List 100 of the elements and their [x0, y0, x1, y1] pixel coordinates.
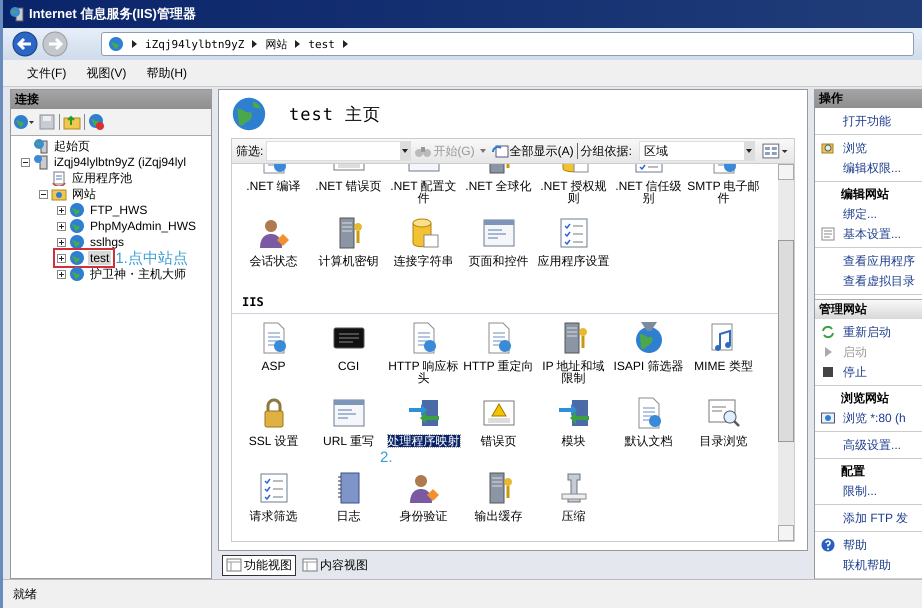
expander-button[interactable]	[57, 238, 66, 246]
chevron-icon	[295, 40, 300, 48]
breadcrumb[interactable]: 网站	[265, 36, 288, 52]
window-icon	[226, 557, 242, 573]
globe-icon[interactable]	[88, 113, 106, 131]
refresh-icon	[821, 325, 835, 339]
feature-item[interactable]: 页面和控件	[468, 255, 528, 267]
action-link[interactable]: 绑定...	[843, 206, 878, 222]
expander-button[interactable]	[21, 158, 30, 166]
binoculars-icon	[414, 144, 432, 158]
feature-item[interactable]: 目录浏览	[700, 435, 748, 447]
globe-icon[interactable]	[13, 113, 35, 131]
globe-icon	[69, 202, 85, 218]
feature-item[interactable]: CGI	[338, 360, 360, 372]
feature-item[interactable]: 连接字符串	[394, 255, 454, 267]
action-link[interactable]: 高级设置...	[843, 436, 902, 454]
feature-item[interactable]: .NET 错误页	[315, 180, 382, 192]
menu-item[interactable]: 帮助(H)	[146, 64, 187, 82]
action-link[interactable]: 停止	[843, 364, 867, 380]
feature-item[interactable]: 错误页	[480, 435, 516, 447]
panel-header: 操作	[815, 89, 922, 108]
globe-window-icon	[821, 411, 835, 425]
page-title: test 主页	[289, 104, 382, 126]
expander-button[interactable]	[57, 222, 66, 230]
feature-item[interactable]: 默认文档	[624, 435, 672, 447]
panel-header: 管理网站	[815, 299, 922, 319]
feature-item[interactable]: HTTP 响应标头	[386, 360, 460, 384]
feature-item[interactable]: HTTP 重定向	[463, 360, 534, 372]
breadcrumb[interactable]: iZqj94lylbtn9yZ	[145, 38, 244, 50]
tree-item[interactable]: 起始页	[52, 138, 92, 154]
window-arrow-icon	[490, 143, 509, 159]
feature-item[interactable]: .NET 授权规则	[536, 180, 610, 204]
feature-item[interactable]: 计算机密钥	[318, 255, 378, 267]
tree-item[interactable]: sslhgs	[88, 235, 126, 249]
action-link[interactable]: 打开功能	[843, 112, 891, 130]
feature-item[interactable]: ASP	[261, 360, 286, 372]
tree-item[interactable]: iZqj94lylbtn9yZ (iZqj94lyl	[52, 155, 188, 169]
server-icon	[33, 154, 49, 170]
feature-item[interactable]: .NET 信任级别	[612, 180, 686, 204]
feature-item[interactable]: 压缩	[562, 510, 586, 522]
feature-item[interactable]: MIME 类型	[694, 360, 753, 372]
feature-item[interactable]: ISAPI 筛选器	[613, 360, 684, 372]
expander-button[interactable]	[57, 254, 66, 262]
tree-item[interactable]: PhpMyAdmin_HWS	[88, 219, 198, 233]
chevron-icon	[132, 40, 137, 48]
back-button[interactable]	[11, 30, 39, 58]
expander-button[interactable]	[57, 270, 66, 278]
action-link[interactable]: 浏览	[843, 140, 867, 156]
action-link[interactable]: 查看虚拟目录	[843, 272, 915, 290]
feature-item[interactable]: .NET 配置文件	[386, 180, 460, 204]
action-link[interactable]: 查看应用程序	[843, 252, 915, 270]
group-by-label: 分组依据:	[580, 142, 632, 160]
group-by-dropdown[interactable]: 区域	[638, 141, 756, 161]
action-link[interactable]: 浏览 *:80 (h	[843, 410, 906, 426]
feature-item[interactable]: 输出缓存	[474, 510, 522, 522]
action-link[interactable]: 基本设置...	[843, 226, 902, 242]
address-bar[interactable]: iZqj94lylbtn9yZ 网站 test	[101, 32, 914, 56]
view-tab[interactable]: 内容视图	[298, 554, 372, 576]
expander-button[interactable]	[57, 206, 66, 214]
annotation-text: 2.	[380, 449, 393, 466]
action-link[interactable]: 联机帮助	[843, 556, 891, 574]
feature-item[interactable]: 日志	[336, 510, 360, 522]
action-link[interactable]: 编辑权限...	[843, 160, 902, 176]
feature-item[interactable]: 应用程序设置	[538, 255, 610, 267]
feature-item[interactable]: URL 重写	[323, 435, 374, 447]
action-link[interactable]: 添加 FTP 发	[843, 510, 908, 526]
globe-icon	[69, 234, 85, 250]
tree-item[interactable]: 护卫神・主机大师	[88, 266, 188, 282]
action-link[interactable]: 重新启动	[843, 324, 891, 340]
scrollbar[interactable]	[778, 164, 794, 541]
feature-item[interactable]: IP 地址和域限制	[536, 360, 610, 384]
menu-item[interactable]: 视图(V)	[86, 64, 126, 82]
feature-item[interactable]: 会话状态	[250, 255, 298, 267]
view-menu-icon[interactable]	[762, 143, 790, 159]
feature-item[interactable]: 身份验证	[400, 510, 448, 522]
filter-field[interactable]	[266, 141, 412, 161]
menu-item[interactable]: 文件(F)	[27, 64, 66, 82]
action-link[interactable]: 帮助	[843, 536, 867, 554]
tree-item[interactable]: 网站	[70, 186, 98, 202]
tree-item[interactable]: test	[88, 251, 112, 265]
server-globe-icon	[9, 6, 25, 22]
folder-icon[interactable]	[63, 113, 81, 131]
feature-item[interactable]: 处理程序映射	[388, 435, 460, 447]
feature-item[interactable]: .NET 编译	[246, 180, 301, 192]
status-text: 就绪	[13, 586, 37, 602]
breadcrumb[interactable]: test	[308, 38, 335, 50]
dropdown-arrow-icon[interactable]	[480, 149, 486, 153]
action-link[interactable]: 限制...	[843, 482, 878, 500]
feature-item[interactable]: .NET 全球化	[465, 180, 532, 192]
feature-item[interactable]: 请求筛选	[250, 510, 298, 522]
show-all-button[interactable]: 全部显示(A)	[490, 142, 574, 160]
view-tab[interactable]: 功能视图	[222, 554, 296, 576]
expander-button[interactable]	[39, 190, 48, 198]
globe-icon	[69, 218, 85, 234]
help-icon	[821, 538, 835, 552]
feature-item[interactable]: SMTP 电子邮件	[686, 180, 760, 204]
tree-item[interactable]: 应用程序池	[70, 170, 134, 186]
tree-item[interactable]: FTP_HWS	[88, 203, 150, 217]
feature-item[interactable]: 模块	[562, 435, 586, 447]
feature-item[interactable]: SSL 设置	[248, 435, 298, 447]
